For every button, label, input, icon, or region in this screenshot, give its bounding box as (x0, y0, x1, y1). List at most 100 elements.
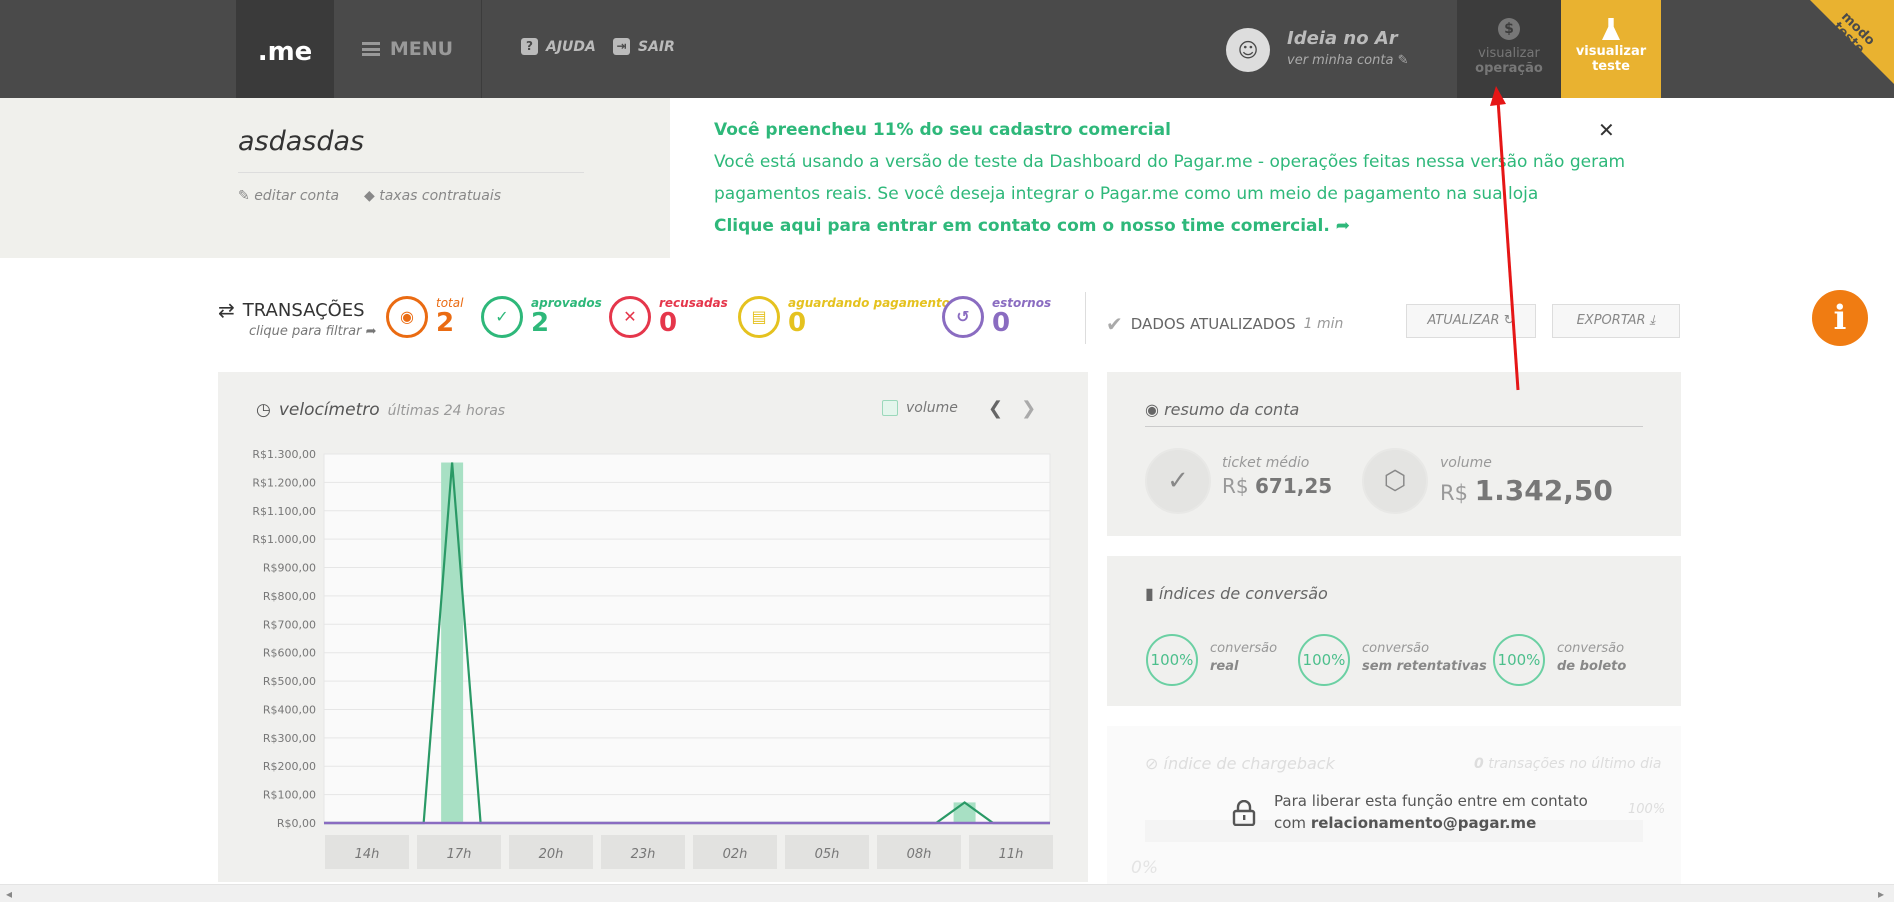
filter-hint: clique para filtrar ➦ (249, 324, 376, 339)
ticket-value-row: R$ 671,25 (1222, 474, 1332, 498)
chart-x-tick-label: 05h (815, 847, 840, 862)
chevron-left-icon[interactable]: ❮ (988, 398, 1003, 419)
stat-refused-value: 0 (659, 308, 678, 338)
menu-button[interactable]: MENU (334, 0, 482, 98)
chart-y-tick-label: R$200,00 (263, 760, 316, 773)
check-icon: ✔ (1106, 312, 1123, 336)
velocimetro-chart: R$0,00 R$100,00 R$200,00 R$300,00 R$400,00 R$… (252, 448, 1053, 869)
account-name: asdasdas (238, 126, 365, 157)
close-icon[interactable]: ✕ (1598, 118, 1615, 142)
conversion-label: índices de conversão (1158, 584, 1328, 603)
transactions-title[interactable]: ⇄ TRANSAÇÕES (218, 298, 365, 322)
stat-refused[interactable]: ✕ recusadas 0 (609, 296, 728, 338)
contract-fees-link[interactable]: ◆ taxas contratuais (364, 188, 501, 204)
divider (1085, 292, 1086, 344)
volume-currency: R$ (1440, 481, 1468, 505)
chart-y-tick-label: R$300,00 (263, 732, 316, 745)
lock-icon (1232, 800, 1256, 826)
annotation-arrow (1490, 86, 1520, 391)
chart-y-tick-label: R$700,00 (263, 618, 316, 631)
volume-value-row: R$ 1.342,50 (1440, 474, 1613, 507)
chart-y-tick-label: R$1.300,00 (252, 448, 316, 461)
export-label: EXPORTAR (1576, 313, 1646, 328)
stat-total-value: 2 (436, 308, 455, 338)
volume-label: volume (1440, 455, 1492, 471)
pencil-icon: ✎ (238, 188, 250, 204)
edit-account-link[interactable]: ✎ editar conta (238, 188, 339, 204)
conversion-no-retry-line1: conversão (1362, 641, 1430, 656)
document-icon: ▤ (738, 296, 780, 338)
chargeback-count-value: 0 (1474, 756, 1484, 772)
volume-checkbox[interactable] (882, 400, 898, 416)
chart-y-tick-label: R$500,00 (263, 675, 316, 688)
chart-y-tick-label: R$1.200,00 (252, 476, 316, 489)
locked-line1: Para liberar esta função entre em contat… (1274, 792, 1588, 810)
test-notice: Você preencheu 11% do seu cadastro comer… (670, 98, 1894, 258)
export-button[interactable]: EXPORTAR ⤓ (1552, 304, 1680, 338)
check-icon: ✓ (1145, 448, 1211, 514)
logo[interactable]: .me (236, 0, 334, 98)
exit-link[interactable]: ⇥ SAIR (613, 38, 675, 55)
help-link[interactable]: ? AJUDA (521, 38, 596, 55)
stat-approved[interactable]: ✓ aprovados 2 (481, 296, 602, 338)
notice-contact-link[interactable]: Clique aqui para entrar em contato com o… (714, 216, 1350, 236)
box-icon: ⬡ (1362, 448, 1428, 514)
download-icon: ⤓ (1649, 313, 1656, 328)
conversion-real-line1: conversão (1210, 641, 1278, 656)
stat-refunds[interactable]: ↺ estornos 0 (942, 296, 1051, 338)
view-operation-line2: operação (1475, 61, 1543, 76)
velocimetro-subtitle: últimas 24 horas (387, 403, 506, 419)
account-panel (0, 98, 670, 258)
conversion-title: ▮ índices de conversão (1145, 584, 1328, 603)
chart-y-tick-label: R$100,00 (263, 789, 316, 802)
view-test-button[interactable]: visualizar teste (1561, 0, 1661, 112)
updated-time: 1 min (1303, 316, 1344, 332)
stat-total[interactable]: ◉ total 2 (386, 296, 463, 338)
scroll-right-icon[interactable]: ▸ (1878, 885, 1884, 903)
chevron-right-icon[interactable]: ❯ (1021, 398, 1036, 419)
notice-line3: pagamentos reais. Se você deseja integra… (714, 184, 1539, 204)
chargeback-count: 0 transações no último dia (1474, 756, 1661, 772)
chargeback-title: ⊘ índice de chargeback (1145, 754, 1335, 773)
info-icon[interactable]: i (1812, 290, 1868, 346)
view-account-link[interactable]: ver minha conta ✎ (1287, 53, 1408, 68)
locked-line2: com relacionamento@pagar.me (1274, 812, 1588, 834)
chart-x-tick-label: 08h (907, 847, 932, 862)
chart-x-tick-label: 14h (355, 847, 380, 862)
exit-label: SAIR (638, 38, 675, 55)
conversion-no-retry-ring: 100% (1298, 634, 1350, 686)
conversion-real-ring: 100% (1146, 634, 1198, 686)
conversion-boleto-line1: conversão (1557, 641, 1625, 656)
account-summary-title: ◉ resumo da conta (1145, 400, 1299, 419)
velocimetro-title: ◷ velocímetro últimas 24 horas (256, 400, 505, 420)
dollar-icon: $ (1498, 18, 1520, 40)
horizontal-scrollbar[interactable]: ◂ ▸ (0, 884, 1894, 902)
chart-x-tick-label: 02h (723, 847, 748, 862)
share-icon: ➦ (1335, 216, 1350, 236)
contact-email[interactable]: relacionamento@pagar.me (1311, 814, 1536, 832)
conversion-panel (1107, 556, 1681, 706)
stat-waiting[interactable]: ▤ aguardando pagamento 0 (738, 296, 950, 338)
chart-y-tick-label: R$400,00 (263, 703, 316, 716)
volume-legend-label: volume (906, 400, 958, 416)
summary-divider (1145, 426, 1643, 427)
menu-label: MENU (389, 38, 454, 60)
clock-icon: ◷ (256, 400, 271, 420)
chart-y-tick-label: R$1.000,00 (252, 533, 316, 546)
swap-icon: ⇄ (218, 298, 235, 322)
user-avatar[interactable]: ☺ (1226, 28, 1270, 72)
account-summary-label: resumo da conta (1164, 400, 1300, 419)
data-updated-status: ✔ DADOS ATUALIZADOS 1 min (1106, 312, 1343, 336)
account-divider (238, 172, 584, 173)
pencil-icon: ✎ (1397, 53, 1409, 68)
volume-value: 1.342,50 (1474, 474, 1613, 507)
chart-x-tick-label: 17h (447, 847, 472, 862)
scroll-left-icon[interactable]: ◂ (6, 885, 12, 903)
volume-toggle[interactable]: volume (882, 400, 958, 416)
conversion-real-line2: real (1210, 659, 1239, 674)
ban-icon: ⊘ (1145, 754, 1159, 773)
user-name[interactable]: Ideia no Ar (1287, 28, 1398, 49)
chart-x-tick-label: 11h (999, 847, 1024, 862)
stat-refunds-value: 0 (992, 308, 1011, 338)
chart-pager: ❮ ❯ (988, 398, 1036, 419)
